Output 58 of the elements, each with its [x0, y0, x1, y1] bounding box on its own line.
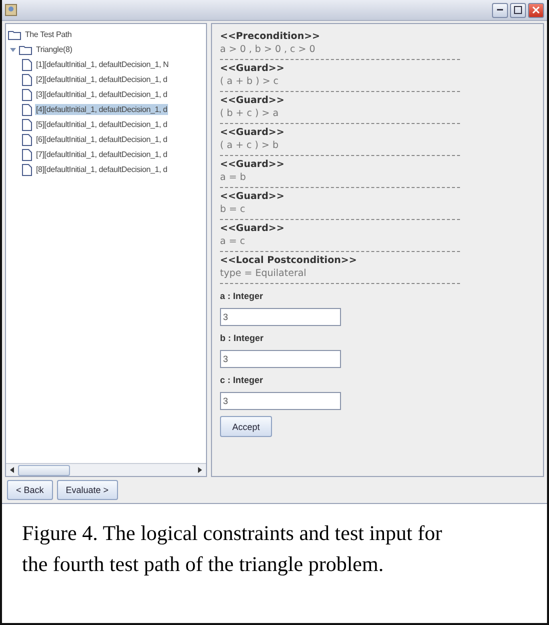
- tree-item[interactable]: Triangle(8): [35, 44, 74, 55]
- expand-handle-icon[interactable]: [10, 46, 16, 54]
- tree-item[interactable]: [4][defaultInitial_1, defaultDecision_1, d: [35, 104, 168, 115]
- field-label: b : Integer: [220, 333, 265, 343]
- constraint-heading: <<Guard>>: [220, 95, 286, 106]
- minimize-button[interactable]: [492, 2, 508, 18]
- field-label: c : Integer: [220, 375, 264, 385]
- constraint-expression: a = b: [220, 172, 247, 183]
- tree-item[interactable]: [8][defaultInitial_1, defaultDecision_1, d: [35, 164, 168, 175]
- tree-item[interactable]: [5][defaultInitial_1, defaultDecision_1, d: [35, 119, 168, 130]
- horizontal-scrollbar[interactable]: [6, 463, 206, 476]
- constraint-heading: <<Guard>>: [220, 191, 286, 202]
- tree-item[interactable]: [6][defaultInitial_1, defaultDecision_1, d: [35, 134, 168, 145]
- constraint-heading: <<Guard>>: [220, 127, 286, 138]
- document-icon: [22, 58, 32, 70]
- tree-item[interactable]: The Test Path: [24, 29, 73, 40]
- constraint-expression: b = c: [220, 204, 246, 215]
- scrollbar-thumb[interactable]: [18, 465, 70, 476]
- constraint-heading: <<Guard>>: [220, 159, 286, 170]
- document-icon: [22, 148, 32, 160]
- figure-caption: Figure 4. The logical constraints and test input for the fourth test path of the triangle problem.: [21, 520, 444, 578]
- constraint-expression: type = Equilateral: [220, 268, 308, 279]
- document-icon: [22, 104, 32, 116]
- nav-button[interactable]: Evaluate >: [56, 480, 118, 500]
- maximize-icon: [514, 6, 522, 14]
- minimize-icon: [497, 9, 503, 11]
- constraint-heading: <<Local Postcondition>>: [220, 255, 358, 266]
- document-icon: [22, 118, 32, 130]
- constraint-heading: <<Precondition>>: [220, 31, 321, 42]
- input-field[interactable]: 3: [220, 350, 341, 368]
- constraint-expression: ( b + c ) > a: [220, 108, 280, 119]
- constraint-expression: ( a + b ) > c: [220, 76, 280, 87]
- constraint-expression: ( a + c ) > b: [220, 140, 280, 151]
- constraint-expression: a > 0 , b > 0 , c > 0: [220, 44, 316, 55]
- left-arrow-icon[interactable]: [10, 467, 14, 473]
- input-field[interactable]: 3: [220, 392, 341, 410]
- tree-item[interactable]: [1][defaultInitial_1, defaultDecision_1, N: [35, 59, 170, 70]
- accept-button[interactable]: Accept: [220, 416, 272, 437]
- document-icon: [22, 88, 32, 100]
- document-icon: [22, 134, 32, 146]
- maximize-button[interactable]: [510, 2, 526, 18]
- tree-item[interactable]: [2][defaultInitial_1, defaultDecision_1, d: [35, 74, 168, 85]
- document-icon: [22, 164, 32, 176]
- close-icon: [532, 6, 540, 14]
- folder-icon: [19, 44, 32, 54]
- field-label: a : Integer: [220, 291, 264, 301]
- app-icon: [5, 4, 17, 16]
- document-icon: [22, 74, 32, 86]
- tree-item[interactable]: [3][defaultInitial_1, defaultDecision_1, d: [35, 89, 168, 100]
- nav-button[interactable]: < Back: [7, 480, 53, 500]
- constraint-heading: <<Guard>>: [220, 223, 286, 234]
- constraint-heading: <<Guard>>: [220, 63, 286, 74]
- constraint-expression: a = c: [220, 236, 246, 247]
- input-field[interactable]: 3: [220, 308, 341, 326]
- close-button[interactable]: [528, 2, 544, 18]
- tree-item[interactable]: [7][defaultInitial_1, defaultDecision_1, d: [35, 149, 168, 160]
- folder-icon: [8, 30, 21, 40]
- right-arrow-icon[interactable]: [198, 467, 202, 473]
